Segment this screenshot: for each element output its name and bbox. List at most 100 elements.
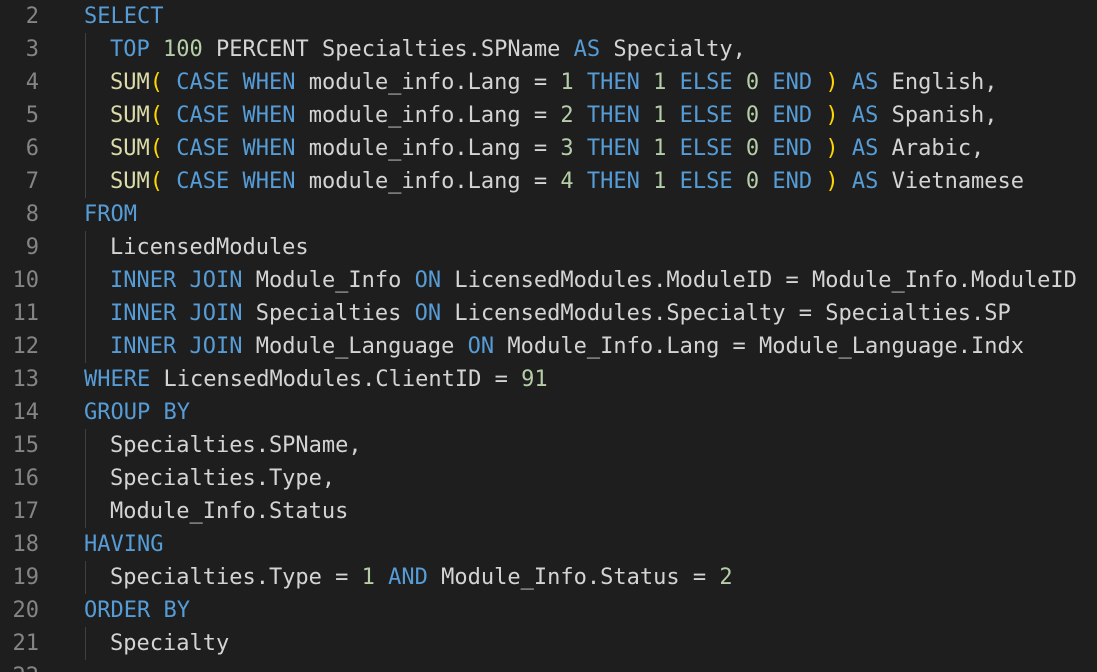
line-number: 10 <box>12 268 40 293</box>
code-line[interactable]: 15 Specialties.SPName, <box>0 429 1097 462</box>
code-line[interactable]: 17 Module_Info.Status <box>0 495 1097 528</box>
indent-guide <box>85 132 86 165</box>
keyword-token: WHEN <box>242 103 296 128</box>
code-token: LicensedModules.ModuleID = Module_Info.M… <box>441 268 1077 293</box>
bracket-token: ( <box>149 103 163 128</box>
code-token: Vietnamese <box>878 169 1025 194</box>
bracket-token: ) <box>825 70 839 95</box>
code-line[interactable]: 21 Specialty <box>0 627 1097 660</box>
indent-guide <box>85 33 86 66</box>
code-line[interactable]: 2 SELECT <box>0 0 1097 33</box>
number-token: 0 <box>745 70 760 95</box>
keyword-token: GROUP <box>84 400 151 425</box>
number-token: 0 <box>745 103 760 128</box>
keyword-token: WHERE <box>84 367 151 392</box>
keyword-token: ELSE <box>679 103 733 128</box>
line-number: 9 <box>25 235 39 260</box>
code-line[interactable]: 18 HAVING <box>0 528 1097 561</box>
code-line[interactable]: 3 TOP 100 PERCENT Specialties.SPName AS S… <box>0 33 1097 66</box>
keyword-token: WHEN <box>242 136 296 161</box>
keyword-token: CASE <box>176 136 230 161</box>
code-line[interactable]: 10 INNER JOIN Module_Info ON LicensedModu… <box>0 264 1097 297</box>
keyword-token: AND <box>388 565 428 590</box>
code-token: Specialty <box>110 631 230 656</box>
indent-guide <box>85 99 86 132</box>
code-text: SUM( CASE WHEN module_info.Lang = 1 THEN… <box>110 72 998 94</box>
code-token: English, <box>878 70 998 95</box>
code-text: Specialties.Type = 1 AND Module_Info.Sta… <box>110 567 733 589</box>
bracket-token: ( <box>149 136 163 161</box>
code-editor[interactable]: 2 SELECT 3 TOP 100 PERCENT Specialties.SPNa… <box>0 0 1097 672</box>
indent-guide <box>85 264 86 297</box>
bracket-token: ) <box>825 103 839 128</box>
code-line[interactable]: 11 INNER JOIN Specialties ON LicensedModu… <box>0 297 1097 330</box>
code-token: Spanish, <box>878 103 998 128</box>
code-text: FROM <box>84 204 137 226</box>
code-line[interactable]: 16 Specialties.Type, <box>0 462 1097 495</box>
code-line[interactable]: 12 INNER JOIN Module_Language ON Module_I… <box>0 330 1097 363</box>
indent-guide <box>85 297 86 330</box>
indent-guide <box>85 561 86 594</box>
code-token: Module_Info <box>242 268 415 293</box>
number-token: 4 <box>560 169 574 194</box>
line-number: 4 <box>25 70 39 95</box>
keyword-token: END <box>772 136 813 161</box>
number-token: 0 <box>745 136 760 161</box>
code-text: Specialties.Type, <box>110 468 335 490</box>
keyword-token: BY <box>163 598 190 623</box>
code-line[interactable]: 13 WHERE LicensedModules.ClientID = 91 <box>0 363 1097 396</box>
keyword-token: ON <box>414 268 442 293</box>
keyword-token: INNER <box>110 268 177 293</box>
function-token: SUM <box>110 103 150 128</box>
bracket-token: ) <box>825 169 839 194</box>
keyword-token: FROM <box>84 202 137 227</box>
bracket-token: ( <box>149 70 163 95</box>
code-token: Specialties <box>242 301 415 326</box>
indent-guide <box>85 627 86 660</box>
code-line[interactable]: 5 SUM( CASE WHEN module_info.Lang = 2 THE… <box>0 99 1097 132</box>
code-line[interactable]: 20 ORDER BY <box>0 594 1097 627</box>
keyword-token: INNER <box>110 334 177 359</box>
keyword-token: JOIN <box>189 334 243 359</box>
code-line[interactable]: 9 LicensedModules <box>0 231 1097 264</box>
indent-guide <box>85 495 86 528</box>
code-line[interactable]: 4 SUM( CASE WHEN module_info.Lang = 1 THE… <box>0 66 1097 99</box>
code-token: Module_Info.Status <box>110 499 349 524</box>
code-token: LicensedModules <box>110 235 309 260</box>
code-line[interactable]: 8 FROM <box>0 198 1097 231</box>
indent-guide <box>85 165 86 198</box>
code-line[interactable]: 19 Specialties.Type = 1 AND Module_Info.S… <box>0 561 1097 594</box>
code-line[interactable]: 22 <box>0 660 1097 672</box>
code-text: ORDER BY <box>84 600 190 622</box>
function-token: SUM <box>110 136 150 161</box>
number-token: 1 <box>560 70 574 95</box>
keyword-token: ORDER <box>84 598 151 623</box>
keyword-token: THEN <box>586 103 640 128</box>
code-line[interactable]: 7 SUM( CASE WHEN module_info.Lang = 4 THE… <box>0 165 1097 198</box>
code-token: LicensedModules.ClientID = <box>150 367 522 392</box>
indent-guide <box>85 330 86 363</box>
keyword-token: JOIN <box>189 301 243 326</box>
code-line[interactable]: 6 SUM( CASE WHEN module_info.Lang = 3 THE… <box>0 132 1097 165</box>
line-number: 2 <box>25 4 39 29</box>
function-token: SUM <box>110 70 150 95</box>
number-token: 3 <box>560 136 574 161</box>
code-line[interactable]: 14 GROUP BY <box>0 396 1097 429</box>
line-number: 8 <box>25 202 39 227</box>
keyword-token: THEN <box>586 70 640 95</box>
